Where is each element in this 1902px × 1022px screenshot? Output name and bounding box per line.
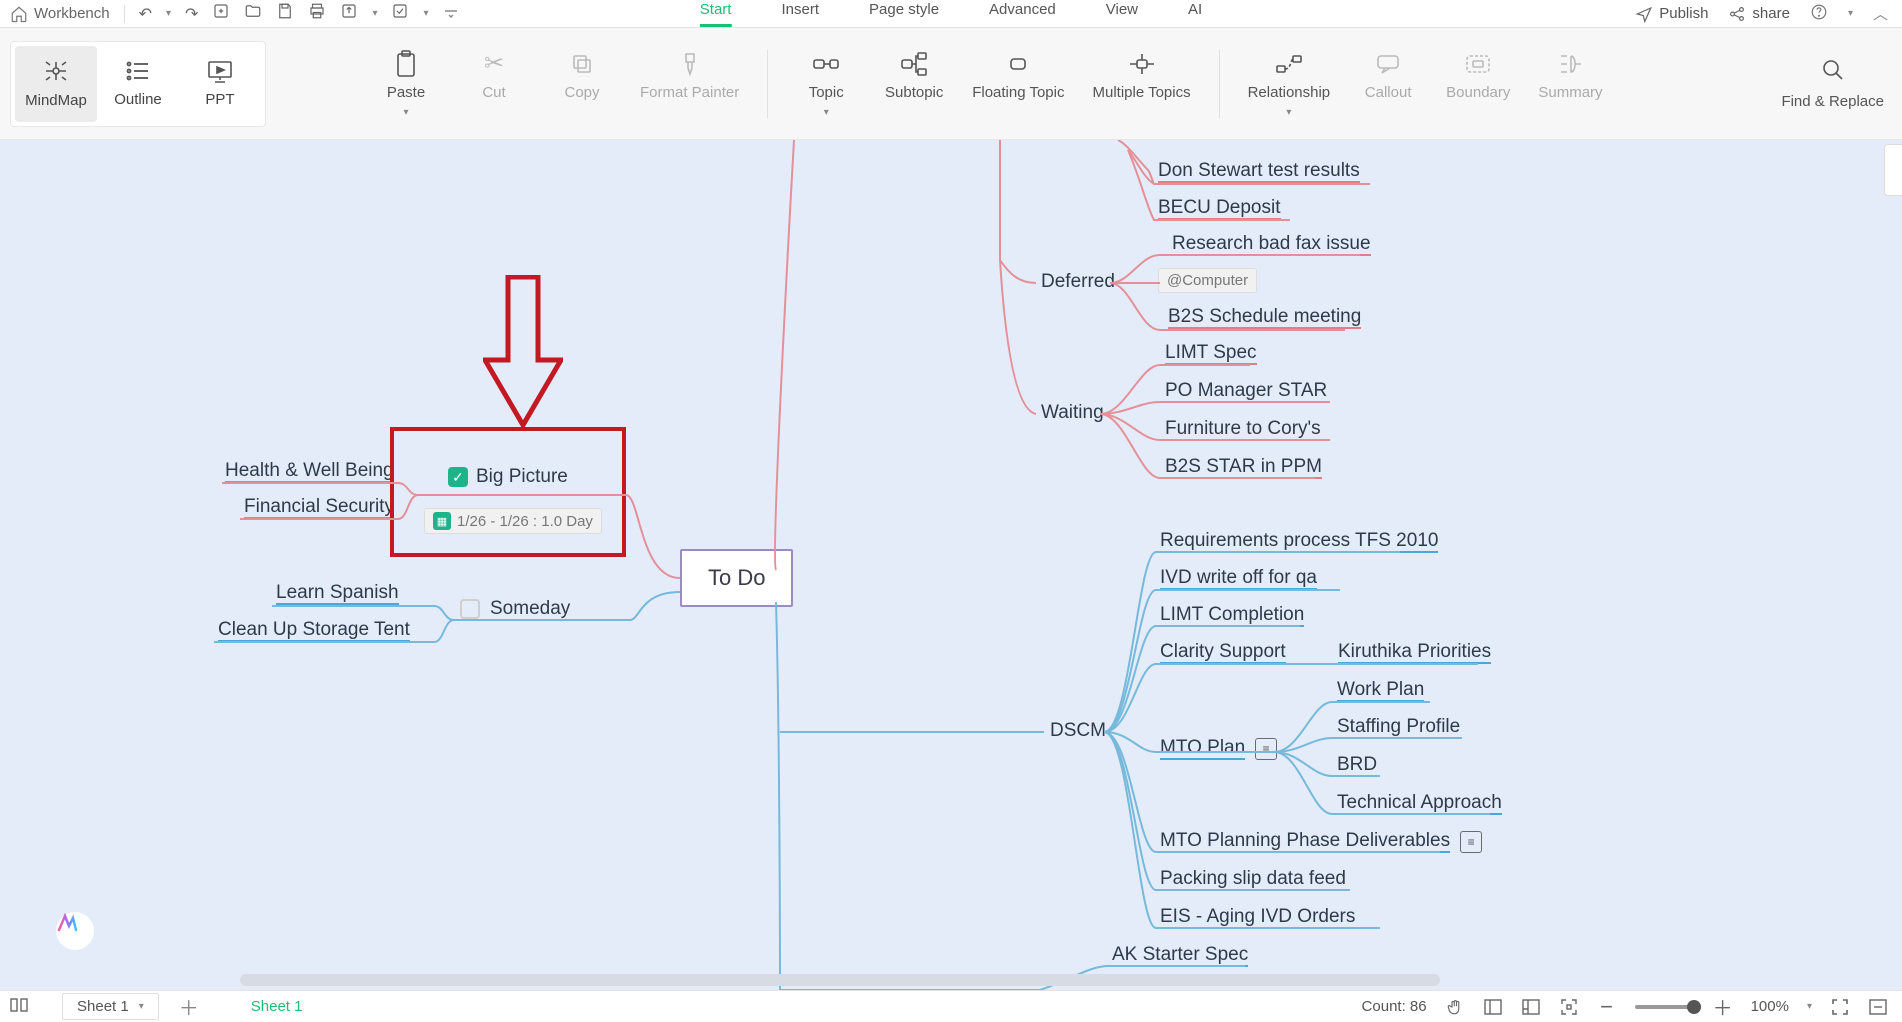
zoom-out-button[interactable]: − <box>1597 997 1617 1017</box>
app-logo-icon <box>56 912 94 950</box>
topic-icon <box>812 50 840 78</box>
view-ppt[interactable]: PPT <box>179 46 261 122</box>
zoom-value[interactable]: 100% <box>1751 998 1789 1015</box>
tab-ai[interactable]: AI <box>1188 1 1202 27</box>
publish-button[interactable]: Publish <box>1635 5 1708 23</box>
topic-more-icon[interactable]: ▾ <box>824 107 829 118</box>
boundary-button[interactable]: Boundary <box>1446 50 1510 101</box>
home-icon <box>10 5 28 23</box>
menu-tabs: Start Insert Page style Advanced View AI <box>700 1 1202 27</box>
workbench-label: Workbench <box>34 5 110 22</box>
sheets-overview-icon[interactable] <box>10 998 28 1016</box>
zoom-slider[interactable] <box>1635 1005 1695 1009</box>
hand-tool-icon[interactable] <box>1445 997 1465 1017</box>
sheet-tab-active[interactable]: Sheet 1 <box>251 998 303 1015</box>
sheet-selector[interactable]: Sheet 1 ▾ <box>62 993 159 1020</box>
tab-view[interactable]: View <box>1106 1 1138 27</box>
copy-button[interactable]: Copy <box>552 50 612 101</box>
open-file-icon[interactable] <box>244 2 262 25</box>
add-sheet-button[interactable]: ＋ <box>175 992 203 1021</box>
export-icon[interactable] <box>340 2 358 25</box>
summary-icon <box>1557 50 1583 78</box>
ppt-icon <box>206 59 234 83</box>
help-more-icon[interactable]: ▾ <box>1848 8 1853 19</box>
relationship-more-icon[interactable]: ▾ <box>1286 107 1291 118</box>
brush-icon <box>678 50 702 78</box>
copy-icon <box>570 50 594 78</box>
multiple-topics-button[interactable]: Multiple Topics <box>1092 50 1190 101</box>
mindmap-icon <box>41 58 71 84</box>
fit-view-icon[interactable] <box>1559 997 1579 1017</box>
horizontal-scrollbar[interactable] <box>240 974 1440 986</box>
floating-topic-icon <box>1003 50 1033 78</box>
share-button[interactable]: share <box>1728 5 1790 23</box>
save-icon[interactable] <box>276 2 294 25</box>
cut-button[interactable]: ✂ Cut <box>464 50 524 101</box>
count-label: Count: 86 <box>1362 998 1427 1015</box>
sheet-dropdown-icon: ▾ <box>139 1001 144 1012</box>
layout-1-icon[interactable] <box>1483 997 1503 1017</box>
export-more-icon[interactable]: ▾ <box>372 8 377 19</box>
undo-button[interactable]: ↶ <box>139 4 152 24</box>
callout-icon <box>1375 50 1401 78</box>
collapse-ribbon-button[interactable]: ︿ <box>1873 3 1888 24</box>
layout-2-icon[interactable] <box>1521 997 1541 1017</box>
multiple-topics-icon <box>1127 50 1157 78</box>
callout-button[interactable]: Callout <box>1358 50 1418 101</box>
relationship-icon <box>1275 50 1303 78</box>
redo-button[interactable]: ↷ <box>185 4 198 24</box>
tab-insert[interactable]: Insert <box>781 1 819 27</box>
fullscreen-icon[interactable] <box>1830 997 1850 1017</box>
workbench-button[interactable]: Workbench <box>10 5 110 23</box>
publish-icon <box>1635 5 1653 23</box>
share-icon <box>1728 5 1746 23</box>
view-switcher: MindMap Outline PPT <box>10 41 266 127</box>
branch-lines <box>0 140 1902 990</box>
check-more-icon[interactable]: ▾ <box>423 8 428 19</box>
minimize-panel-icon[interactable] <box>1868 997 1888 1017</box>
paste-icon <box>393 50 419 78</box>
checkbox-tool-icon[interactable] <box>391 2 409 25</box>
print-icon[interactable] <box>308 2 326 25</box>
status-bar: Sheet 1 ▾ ＋ Sheet 1 Count: 86 − ＋ 100% ▾ <box>0 990 1902 1022</box>
subtopic-icon <box>900 50 928 78</box>
mindmap-canvas[interactable]: To Do Health & Well Being Financial Secu… <box>0 140 1902 990</box>
floating-topic-button[interactable]: Floating Topic <box>972 50 1064 101</box>
zoom-in-button[interactable]: ＋ <box>1713 997 1733 1017</box>
tab-page-style[interactable]: Page style <box>869 1 939 27</box>
find-icon <box>1820 57 1846 87</box>
subtopic-button[interactable]: Subtopic <box>884 50 944 101</box>
tab-start[interactable]: Start <box>700 1 732 27</box>
view-outline[interactable]: Outline <box>97 46 179 122</box>
zoom-dropdown-icon[interactable]: ▾ <box>1807 1001 1812 1012</box>
relationship-button[interactable]: Relationship ▾ <box>1248 50 1331 118</box>
find-replace-button[interactable]: Find & Replace <box>1781 57 1884 110</box>
summary-button[interactable]: Summary <box>1538 50 1602 101</box>
view-mindmap[interactable]: MindMap <box>15 46 97 122</box>
new-file-icon[interactable] <box>212 2 230 25</box>
topic-button[interactable]: Topic ▾ <box>796 50 856 118</box>
undo-more-icon[interactable]: ▾ <box>166 8 171 19</box>
paste-more-icon[interactable]: ▾ <box>403 107 408 118</box>
outline-icon <box>124 59 152 83</box>
tab-advanced[interactable]: Advanced <box>989 1 1056 27</box>
format-painter-button[interactable]: Format Painter <box>640 50 739 101</box>
boundary-icon <box>1464 50 1492 78</box>
paste-button[interactable]: Paste ▾ <box>376 50 436 118</box>
more-tools-icon[interactable] <box>443 5 459 23</box>
help-button[interactable] <box>1810 3 1828 25</box>
cut-icon: ✂ <box>484 50 504 78</box>
